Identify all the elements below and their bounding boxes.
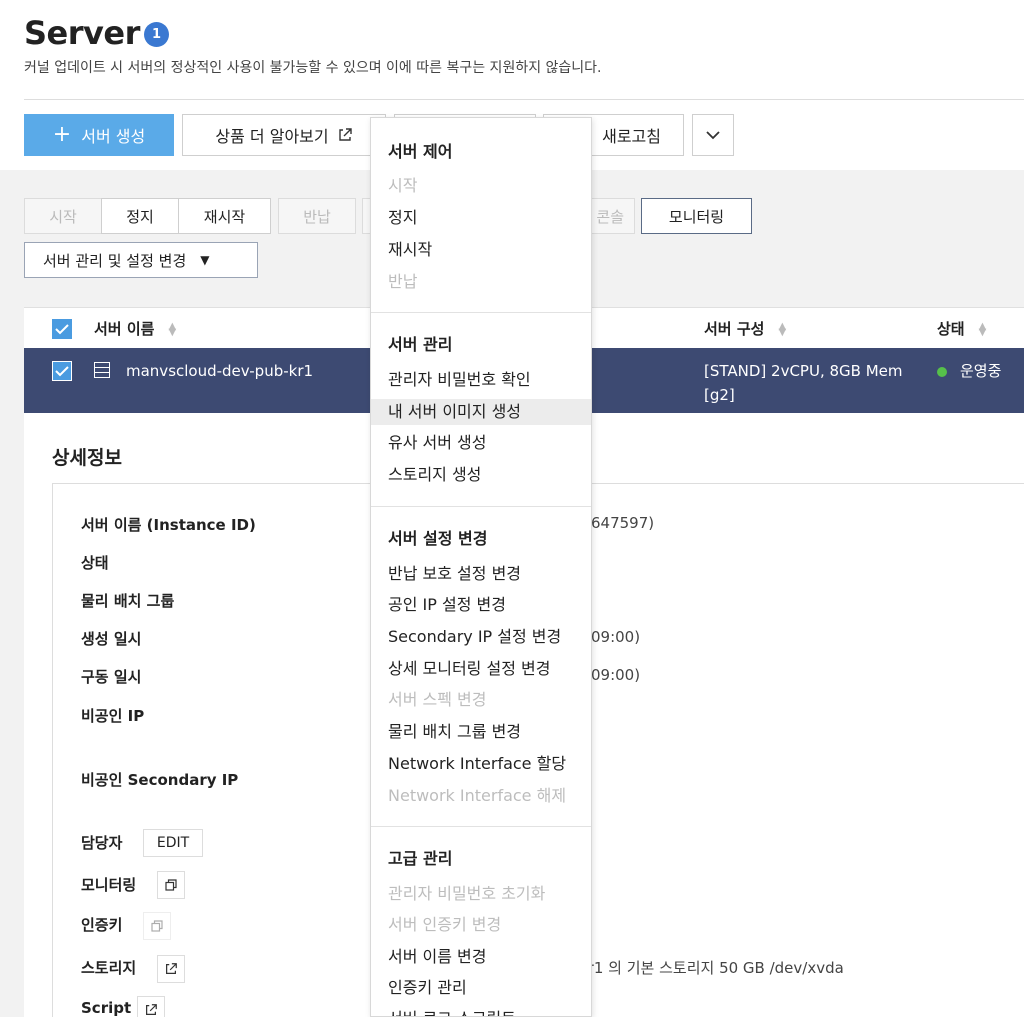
label-instance-id: 서버 이름 (Instance ID)	[81, 516, 256, 534]
value-started: 09:00)	[591, 666, 641, 684]
caret-down-icon: ▼	[200, 253, 210, 267]
menu-item-nic-assign[interactable]: Network Interface 할당	[371, 751, 591, 777]
page-subtitle: 커널 업데이트 시 서버의 정상적인 사용이 불가능할 수 있으며 이에 따른 …	[24, 60, 602, 76]
auth-key-popup-button[interactable]	[143, 912, 171, 940]
menu-item-similar-server[interactable]: 유사 서버 생성	[371, 430, 591, 456]
server-status-label: 운영중	[960, 362, 1002, 380]
menu-item-placement-group[interactable]: 물리 배치 그룹 변경	[371, 719, 591, 745]
monitoring-button[interactable]: 모니터링	[641, 198, 752, 234]
header-divider	[24, 99, 1024, 100]
chevron-down-icon	[706, 131, 720, 140]
check-icon	[55, 324, 69, 335]
more-dropdown-button[interactable]	[692, 114, 734, 156]
sort-icon: ▲ ▼	[778, 320, 787, 338]
count-badge: 1	[144, 22, 169, 47]
column-header-spec[interactable]: 서버 구성 ▲ ▼	[704, 318, 786, 339]
server-spec-line2: [g2]	[704, 386, 735, 404]
create-server-label: 서버 생성	[81, 127, 146, 146]
menu-item-public-ip[interactable]: 공인 IP 설정 변경	[371, 592, 591, 618]
menu-item-rename-server[interactable]: 서버 이름 변경	[371, 944, 591, 970]
menu-section-server-control: 서버 제어	[388, 142, 453, 161]
detail-title: 상세정보	[52, 447, 122, 469]
menu-item-server-spec[interactable]: 서버 스펙 변경	[371, 687, 591, 713]
label-auth-key: 인증키	[81, 916, 123, 934]
menu-item-return[interactable]: 반납	[371, 269, 591, 295]
edit-manager-button[interactable]: EDIT	[143, 829, 203, 857]
menu-item-log-script[interactable]: 서버 로그 스크립트	[371, 1006, 591, 1016]
column-status-label: 상태	[937, 320, 965, 338]
learn-more-label: 상품 더 알아보기	[215, 127, 329, 146]
stop-button[interactable]: 정지	[101, 198, 179, 234]
value-instance-id: 647597)	[591, 514, 655, 532]
return-button[interactable]: 반납	[278, 198, 356, 234]
menu-item-detail-monitoring[interactable]: 상세 모니터링 설정 변경	[371, 656, 591, 682]
menu-section-server-settings: 서버 설정 변경	[388, 529, 488, 548]
menu-item-return-protection[interactable]: 반납 보호 설정 변경	[371, 561, 591, 587]
row-checkbox[interactable]	[52, 361, 72, 381]
menu-item-create-storage[interactable]: 스토리지 생성	[371, 462, 591, 488]
storage-link-button[interactable]	[157, 955, 185, 983]
script-link-button[interactable]	[137, 996, 165, 1017]
server-spec-line1: [STAND] 2vCPU, 8GB Mem	[704, 362, 903, 380]
menu-item-nic-release[interactable]: Network Interface 해제	[371, 783, 591, 809]
menu-divider	[371, 506, 591, 507]
menu-item-admin-password[interactable]: 관리자 비밀번호 확인	[371, 367, 591, 393]
label-private-ip: 비공인 IP	[81, 707, 145, 725]
menu-item-change-auth-key[interactable]: 서버 인증키 변경	[371, 912, 591, 938]
menu-divider	[371, 826, 591, 827]
server-name-cell[interactable]: manvscloud-dev-pub-kr1	[126, 359, 313, 383]
check-icon	[55, 366, 69, 377]
value-created: 09:00)	[591, 628, 641, 646]
server-manage-menu: 서버 제어 시작 정지 재시작 반납 서버 관리 관리자 비밀번호 확인 내 서…	[370, 117, 592, 1017]
status-dot-icon	[937, 366, 947, 377]
label-status: 상태	[81, 554, 109, 572]
menu-item-create-image[interactable]: 내 서버 이미지 생성	[371, 399, 591, 425]
external-link-icon	[338, 128, 352, 141]
popup-icon	[151, 920, 163, 932]
label-monitoring: 모니터링	[81, 876, 137, 894]
menu-section-advanced: 고급 관리	[388, 849, 453, 868]
menu-divider	[371, 312, 591, 313]
server-spec-cell: [STAND] 2vCPU, 8GB Mem [g2]	[704, 359, 903, 407]
external-link-icon	[146, 1004, 157, 1015]
menu-section-server-manage: 서버 관리	[388, 335, 453, 354]
console-button[interactable]: 콘솔	[590, 198, 635, 234]
menu-item-stop[interactable]: 정지	[371, 205, 591, 231]
sort-icon: ▲ ▼	[978, 320, 987, 338]
page-title: Server	[24, 14, 140, 52]
start-button[interactable]: 시작	[24, 198, 102, 234]
sort-icon: ▲ ▼	[168, 320, 177, 338]
column-spec-label: 서버 구성	[704, 320, 765, 338]
refresh-label: 새로고침	[602, 127, 661, 146]
menu-item-reset-admin-password[interactable]: 관리자 비밀번호 초기화	[371, 881, 591, 907]
external-link-icon	[166, 963, 177, 974]
console-label: 콘솔	[596, 207, 624, 226]
monitoring-popup-button[interactable]	[157, 871, 185, 899]
menu-item-secondary-ip[interactable]: Secondary IP 설정 변경	[371, 624, 591, 650]
server-manage-select[interactable]: 서버 관리 및 설정 변경 ▼	[24, 242, 258, 278]
label-script: Script	[81, 999, 132, 1017]
popup-icon	[165, 879, 177, 891]
create-server-button[interactable]: + 서버 생성	[24, 114, 174, 156]
label-started: 구동 일시	[81, 668, 142, 686]
value-storage: kr1 의 기본 스토리지 50 GB /dev/xvda	[579, 959, 844, 977]
label-placement-group: 물리 배치 그룹	[81, 592, 175, 610]
column-header-name[interactable]: 서버 이름 ▲ ▼	[94, 318, 176, 339]
plus-icon: +	[52, 122, 72, 147]
learn-more-button[interactable]: 상품 더 알아보기	[182, 114, 386, 156]
server-icon	[94, 362, 110, 378]
column-name-label: 서버 이름	[94, 320, 155, 338]
label-manager: 담당자	[81, 834, 123, 852]
server-manage-select-label: 서버 관리 및 설정 변경	[43, 251, 187, 270]
select-all-checkbox[interactable]	[52, 319, 72, 339]
server-status-cell: 운영중	[937, 359, 1001, 383]
label-private-secondary-ip: 비공인 Secondary IP	[81, 771, 239, 789]
menu-item-auth-key-manage[interactable]: 인증키 관리	[371, 975, 591, 1001]
label-storage: 스토리지	[81, 959, 137, 977]
menu-item-start[interactable]: 시작	[371, 173, 591, 199]
restart-button[interactable]: 재시작	[178, 198, 271, 234]
menu-item-restart[interactable]: 재시작	[371, 237, 591, 263]
label-created: 생성 일시	[81, 630, 142, 648]
column-header-status[interactable]: 상태 ▲ ▼	[937, 318, 986, 339]
